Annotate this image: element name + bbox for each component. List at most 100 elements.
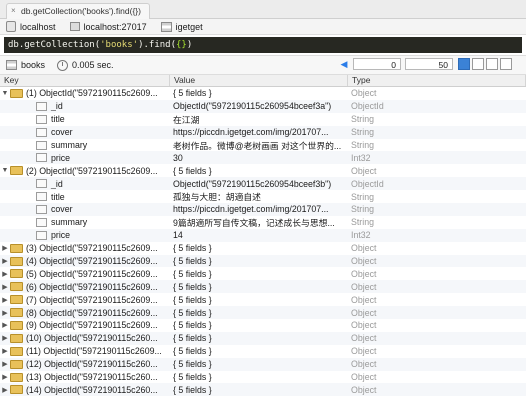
row-key: ▶ (14) ObjectId("5972190115c260... — [0, 385, 170, 395]
field-icon — [36, 230, 47, 240]
row-key: price — [0, 153, 170, 163]
tree-row[interactable]: ▶ (11) ObjectId("5972190115c2609... { 5 fi… — [0, 345, 526, 358]
tree-row[interactable]: ▶ (7) ObjectId("5972190115c2609... { 5 fie… — [0, 293, 526, 306]
row-key: ▶ (9) ObjectId("5972190115c2609... — [0, 320, 170, 330]
query-text-pre: db.getCollection( — [8, 40, 101, 50]
key-text: summary — [51, 217, 88, 228]
close-icon[interactable]: × — [11, 4, 16, 18]
tree-row[interactable]: ▼ (1) ObjectId("5972190115c2609... { 5 fie… — [0, 87, 526, 100]
value-column-header[interactable]: Value — [170, 75, 348, 86]
view-mode-switch — [458, 58, 512, 70]
tree-row[interactable]: summary 老树作品。微博@老树画画 对这个世界的... String — [0, 139, 526, 152]
value-text: https://piccdn.igetget.com/img/201707... — [173, 127, 329, 138]
key-text: title — [51, 191, 65, 202]
text-view-icon[interactable] — [486, 58, 498, 70]
value-text: { 5 fields } — [173, 372, 212, 383]
tree-row[interactable]: ▶ (3) ObjectId("5972190115c2609... { 5 fie… — [0, 242, 526, 255]
tree-row[interactable]: ▶ (12) ObjectId("5972190115c260... { 5 fie… — [0, 357, 526, 371]
connection-host[interactable]: localhost — [6, 21, 56, 32]
connection-server[interactable]: localhost:27017 — [69, 22, 147, 32]
connection-db[interactable]: igetget — [160, 21, 203, 32]
document-icon — [10, 385, 23, 395]
expand-icon[interactable]: ▶ — [0, 309, 10, 317]
type-text: Object — [351, 320, 377, 331]
collection-info: books — [6, 60, 45, 70]
tree-row[interactable]: cover https://piccdn.igetget.com/img/2017… — [0, 203, 526, 216]
result-header: Key Value Type — [0, 75, 526, 87]
tree-row[interactable]: cover https://piccdn.igetget.com/img/2017… — [0, 125, 526, 139]
value-text: 14 — [173, 230, 183, 241]
expand-icon[interactable]: ▶ — [0, 347, 10, 355]
value-text: { 5 fields } — [173, 359, 212, 370]
key-text: (8) ObjectId("5972190115c2609... — [26, 307, 158, 318]
collection-icon — [6, 60, 17, 70]
field-icon — [36, 114, 47, 124]
expand-icon[interactable]: ▶ — [0, 257, 10, 265]
tree-row[interactable]: summary 9篇胡適所写自传文稿，记述成长与思想... String — [0, 216, 526, 229]
expand-icon[interactable]: ▶ — [0, 270, 10, 278]
tree-row[interactable]: price 30 Int32 — [0, 151, 526, 165]
expand-icon[interactable]: ▶ — [0, 244, 10, 252]
time-info: 0.005 sec. — [57, 59, 114, 71]
table-view-icon[interactable] — [472, 58, 484, 70]
prev-page-icon[interactable]: ◀ — [339, 59, 349, 70]
tree-row[interactable]: ▶ (14) ObjectId("5972190115c260... { 5 fie… — [0, 383, 526, 396]
row-key: ▶ (10) ObjectId("5972190115c260... — [0, 333, 170, 343]
expand-icon[interactable]: ▶ — [0, 360, 10, 368]
tree-row[interactable]: ▶ (9) ObjectId("5972190115c2609... { 5 fie… — [0, 319, 526, 332]
value-text: 老树作品。微博@老树画画 对这个世界的... — [173, 140, 342, 151]
expand-icon[interactable]: ▶ — [0, 321, 10, 329]
key-text: (13) ObjectId("5972190115c260... — [26, 372, 158, 383]
expand-icon[interactable]: ▶ — [0, 296, 10, 304]
tree-row[interactable]: _id ObjectId("5972190115c260954bceef3b") O… — [0, 177, 526, 191]
value-text: { 5 fields } — [173, 268, 212, 279]
row-key: ▼ (1) ObjectId("5972190115c2609... — [0, 88, 170, 98]
tree-row[interactable]: ▶ (10) ObjectId("5972190115c260... { 5 fie… — [0, 331, 526, 345]
expand-icon[interactable]: ▶ — [0, 334, 10, 342]
query-text-string: 'books' — [100, 40, 139, 50]
tree-view-icon[interactable] — [458, 58, 470, 70]
type-text: Object — [351, 88, 377, 99]
query-editor[interactable]: db.getCollection('books').find({}) — [4, 37, 522, 53]
tree-row[interactable]: _id ObjectId("5972190115c260954bceef3a") O… — [0, 99, 526, 113]
row-key: ▼ (2) ObjectId("5972190115c2609... — [0, 166, 170, 176]
tree-row[interactable]: ▶ (5) ObjectId("5972190115c2609... { 5 fie… — [0, 267, 526, 280]
tree-row[interactable]: ▶ (8) ObjectId("5972190115c2609... { 5 fie… — [0, 306, 526, 320]
row-key: title — [0, 114, 170, 124]
value-text: { 5 fields } — [173, 88, 212, 99]
collapse-icon[interactable]: ▼ — [0, 90, 10, 97]
key-text: price — [51, 152, 71, 163]
type-text: Object — [351, 384, 377, 395]
limit-input[interactable]: 50 — [405, 58, 453, 70]
expand-icon[interactable]: ▶ — [0, 386, 10, 394]
query-tab[interactable]: × db.getCollection('books').find({}) — [6, 3, 150, 19]
document-icon — [10, 346, 23, 356]
key-column-header[interactable]: Key — [0, 75, 170, 86]
value-text: { 5 fields } — [173, 346, 212, 357]
expand-icon[interactable]: ▶ — [0, 283, 10, 291]
pager: ◀ 0 50 ▶ — [339, 58, 467, 70]
document-icon — [10, 320, 23, 330]
custom-view-icon[interactable] — [500, 58, 512, 70]
exec-time: 0.005 sec. — [72, 60, 114, 70]
type-text: Object — [351, 346, 377, 357]
expand-icon[interactable]: ▶ — [0, 373, 10, 381]
tree-row[interactable]: title 在江湖 String — [0, 113, 526, 126]
skip-input[interactable]: 0 — [353, 58, 401, 70]
row-key: ▶ (7) ObjectId("5972190115c2609... — [0, 295, 170, 305]
key-text: (1) ObjectId("5972190115c2609... — [26, 88, 158, 99]
tree-row[interactable]: price 14 Int32 — [0, 228, 526, 242]
query-tab-label: db.getCollection('books').find({}) — [21, 6, 141, 16]
key-text: (4) ObjectId("5972190115c2609... — [26, 256, 158, 267]
type-column-header[interactable]: Type — [348, 75, 526, 86]
tree-row[interactable]: ▶ (6) ObjectId("5972190115c2609... { 5 fie… — [0, 280, 526, 294]
tree-row[interactable]: title 孤独与大胆：胡適自述 String — [0, 190, 526, 203]
database-icon — [6, 21, 16, 32]
key-text: (9) ObjectId("5972190115c2609... — [26, 320, 158, 331]
tree-row[interactable]: ▼ (2) ObjectId("5972190115c2609... { 5 fie… — [0, 164, 526, 177]
key-text: title — [51, 114, 65, 125]
value-text: { 5 fields } — [173, 243, 212, 254]
tree-row[interactable]: ▶ (4) ObjectId("5972190115c2609... { 5 fie… — [0, 254, 526, 268]
collapse-icon[interactable]: ▼ — [0, 167, 10, 174]
value-text: { 5 fields } — [173, 256, 212, 267]
